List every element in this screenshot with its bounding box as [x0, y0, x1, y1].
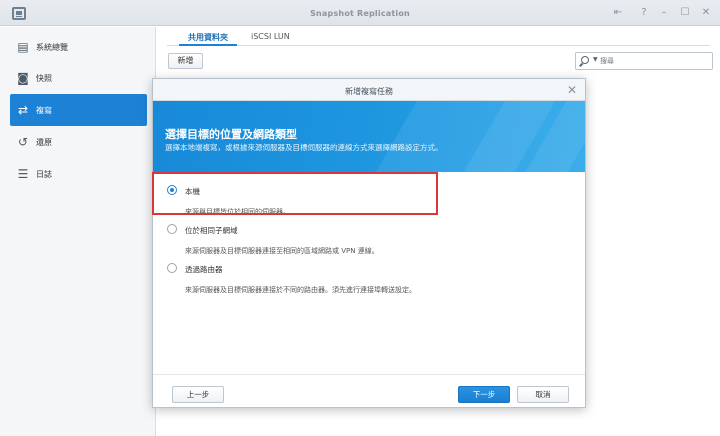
maximize-icon[interactable]: ☐ — [679, 7, 691, 19]
search-box[interactable]: ▼ — [575, 52, 713, 70]
dialog-header: 新增複寫任務 ✕ — [153, 79, 585, 101]
sidebar-item-snapshot[interactable]: ◙ 快照 — [10, 62, 147, 94]
option-label: 透過路由器 — [185, 265, 223, 274]
create-replication-dialog: 新增複寫任務 ✕ 選擇目標的位置及網路類型 選擇本地端複寫，或根據來源伺服器及目… — [152, 78, 586, 408]
banner-subtitle: 選擇本地端複寫，或根據來源伺服器及目標伺服器的連線方式來選擇網路設定方式。 — [165, 143, 443, 152]
help-icon[interactable]: ? — [638, 7, 650, 19]
sidebar-item-label: 複寫 — [36, 106, 52, 115]
tab-iscsi-lun[interactable]: iSCSI LUN — [242, 27, 299, 46]
close-icon[interactable]: ✕ — [567, 83, 577, 97]
sidebar-item-restore[interactable]: ↺ 還原 — [10, 126, 147, 158]
dialog-footer-divider — [153, 374, 585, 375]
chevron-down-icon[interactable]: ▼ — [593, 56, 598, 63]
option-label: 位於相同子網域 — [185, 226, 238, 235]
option-description: 來源伺服器及目標伺服器連接於不同的路由器。須先進行連接埠轉送設定。 — [185, 286, 416, 294]
camera-icon: ◙ — [17, 71, 29, 85]
title-bar: Snapshot Replication ⇤ ? – ☐ ✕ — [0, 0, 720, 26]
search-input[interactable] — [600, 55, 708, 67]
sidebar-item-overview[interactable]: ▤ 系統總覽 — [10, 31, 147, 63]
restore-icon: ↺ — [17, 135, 29, 149]
close-icon[interactable]: ✕ — [700, 7, 712, 19]
sidebar-item-label: 快照 — [36, 74, 52, 83]
tab-shared-folder[interactable]: 共用資料夾 — [179, 27, 237, 46]
tab-bar: 共用資料夾 iSCSI LUN — [167, 27, 710, 46]
highlight-annotation — [152, 172, 438, 215]
cancel-button[interactable]: 取消 — [517, 386, 569, 403]
log-icon: ☰ — [17, 167, 29, 181]
sidebar-item-label: 日誌 — [36, 170, 52, 179]
replication-icon: ⇄ — [17, 103, 29, 117]
minimize-icon[interactable]: – — [658, 7, 670, 19]
search-icon[interactable] — [581, 56, 589, 64]
sidebar-item-label: 還原 — [36, 138, 52, 147]
overview-icon: ▤ — [17, 40, 29, 54]
radio-via-router[interactable] — [167, 263, 177, 273]
sidebar-item-label: 系統總覽 — [36, 43, 68, 52]
radio-same-subnet[interactable] — [167, 224, 177, 234]
next-button[interactable]: 下一步 — [458, 386, 510, 403]
sidebar-item-replication[interactable]: ⇄ 複寫 — [10, 94, 147, 126]
dialog-title: 新增複寫任務 — [345, 87, 393, 96]
sidebar: ▤ 系統總覽 ◙ 快照 ⇄ 複寫 ↺ 還原 ☰ 日誌 — [0, 27, 156, 436]
add-button[interactable]: 新增 — [168, 53, 203, 69]
sidebar-item-log[interactable]: ☰ 日誌 — [10, 158, 147, 190]
pin-icon[interactable]: ⇤ — [612, 7, 624, 19]
option-description: 來源伺服器及目標伺服器連接至相同的區域網路或 VPN 連線。 — [185, 247, 379, 255]
banner-title: 選擇目標的位置及網路類型 — [165, 128, 297, 141]
dialog-banner: 選擇目標的位置及網路類型 選擇本地端複寫，或根據來源伺服器及目標伺服器的連線方式… — [153, 101, 585, 172]
back-button[interactable]: 上一步 — [172, 386, 224, 403]
